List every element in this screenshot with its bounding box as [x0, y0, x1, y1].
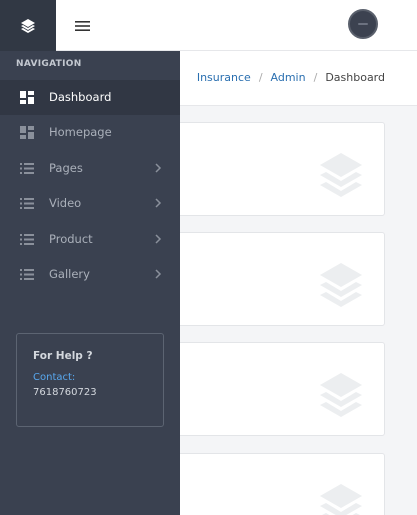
breadcrumb-separator: / — [313, 71, 318, 84]
list-icon — [20, 163, 34, 174]
breadcrumb-bar: Insurance / Admin / Dashboard — [180, 51, 417, 106]
sidebar-item-pages[interactable]: Pages — [0, 151, 180, 186]
avatar-placeholder-icon — [358, 23, 368, 25]
sidebar: NAVIGATION Dashboard Homepage Pages Vide… — [0, 51, 180, 515]
layers-icon — [320, 263, 362, 307]
sidebar-item-product[interactable]: Product — [0, 222, 180, 257]
help-title: For Help ? — [33, 350, 93, 362]
breadcrumb-link-insurance[interactable]: Insurance — [197, 71, 251, 84]
sidebar-item-label: Video — [49, 196, 82, 210]
list-icon — [20, 198, 34, 209]
top-navbar — [0, 0, 417, 51]
list-icon — [20, 269, 34, 280]
sidebar-item-label: Dashboard — [49, 90, 112, 104]
breadcrumb-separator: / — [258, 71, 263, 84]
sidebar-heading: NAVIGATION — [16, 59, 82, 69]
breadcrumb-current: Dashboard — [325, 71, 385, 84]
sidebar-item-label: Gallery — [49, 267, 90, 281]
dashboard-card[interactable] — [160, 453, 385, 515]
layers-icon — [320, 373, 362, 417]
hamburger-icon — [74, 21, 90, 31]
brand-logo[interactable] — [0, 0, 56, 51]
help-contact-label[interactable]: Contact: — [33, 372, 75, 383]
dashboard-card[interactable] — [160, 122, 385, 216]
breadcrumb: Insurance / Admin / Dashboard — [197, 71, 385, 84]
chevron-right-icon — [155, 234, 162, 244]
layers-icon — [320, 484, 362, 515]
dashboard-card[interactable] — [160, 232, 385, 326]
dashboard-icon — [20, 126, 34, 139]
chevron-right-icon — [155, 163, 162, 173]
sidebar-item-video[interactable]: Video — [0, 186, 180, 221]
user-avatar[interactable] — [348, 9, 378, 39]
breadcrumb-link-admin[interactable]: Admin — [271, 71, 306, 84]
sidebar-item-label: Homepage — [49, 125, 112, 139]
sidebar-item-homepage[interactable]: Homepage — [0, 115, 180, 150]
chevron-right-icon — [155, 198, 162, 208]
dashboard-card[interactable] — [160, 342, 385, 436]
dashboard-icon — [20, 91, 34, 104]
list-icon — [20, 234, 34, 245]
menu-toggle-button[interactable] — [72, 16, 92, 36]
layers-icon — [21, 18, 35, 33]
help-phone-number: 7618760723 — [33, 387, 97, 398]
layers-icon — [320, 153, 362, 197]
sidebar-item-dashboard[interactable]: Dashboard — [0, 80, 180, 115]
sidebar-item-gallery[interactable]: Gallery — [0, 257, 180, 292]
sidebar-item-label: Pages — [49, 161, 83, 175]
sidebar-item-label: Product — [49, 232, 93, 246]
chevron-right-icon — [155, 269, 162, 279]
help-box: For Help ? Contact: 7618760723 — [16, 333, 164, 427]
